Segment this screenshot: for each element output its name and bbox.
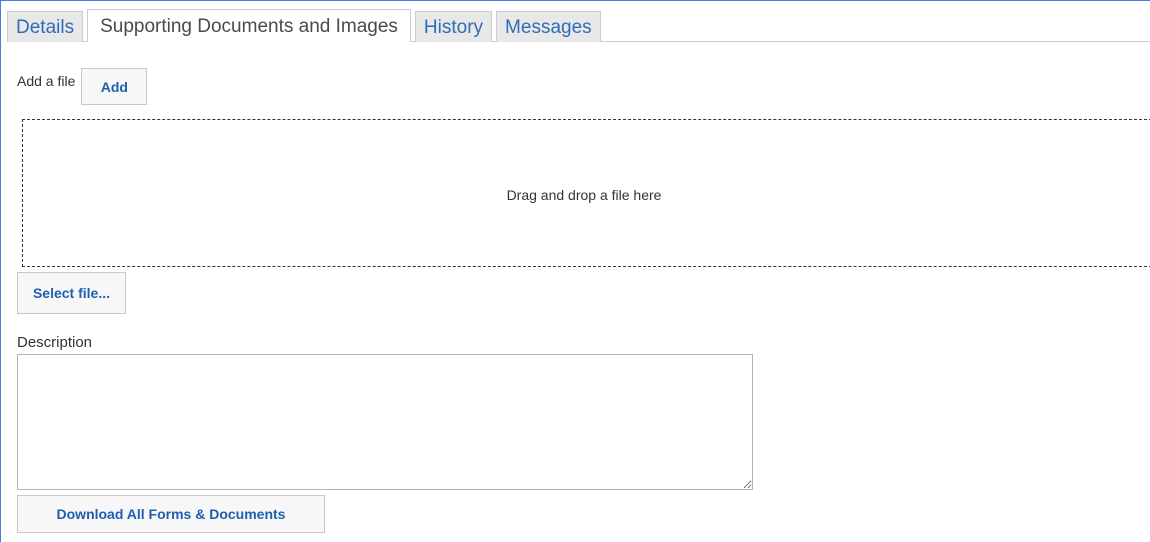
add-file-row: Add a file Add <box>17 68 148 105</box>
dropzone-text: Drag and drop a file here <box>506 187 662 203</box>
add-button[interactable]: Add <box>81 68 148 105</box>
select-file-button[interactable]: Select file... <box>17 272 126 314</box>
tab-history[interactable]: History <box>414 11 493 42</box>
add-file-label: Add a file <box>17 72 76 89</box>
tab-bar: Details Supporting Documents and Images … <box>7 9 605 42</box>
download-all-button[interactable]: Download All Forms & Documents <box>17 495 325 533</box>
description-label: Description <box>17 334 93 351</box>
tab-supporting-documents[interactable]: Supporting Documents and Images <box>87 9 411 42</box>
tab-details[interactable]: Details <box>7 11 84 42</box>
file-dropzone[interactable]: Drag and drop a file here <box>22 119 1150 267</box>
tab-messages[interactable]: Messages <box>496 11 601 42</box>
content-frame: Details Supporting Documents and Images … <box>0 0 1150 542</box>
description-textarea[interactable] <box>17 354 753 490</box>
